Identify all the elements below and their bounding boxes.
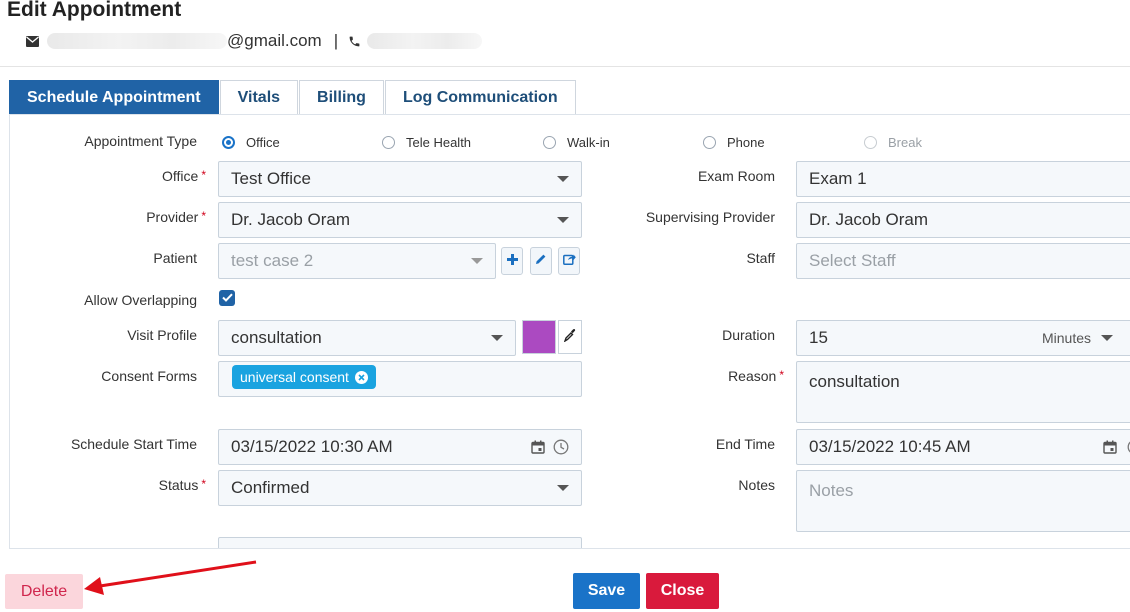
duration-unit-select[interactable]: Minutes xyxy=(1042,330,1113,346)
tab-log-communication[interactable]: Log Communication xyxy=(384,80,576,115)
supervising-provider-label: Supervising Provider xyxy=(645,209,775,225)
supervising-provider-select[interactable]: Dr. Jacob Oram xyxy=(796,202,1130,238)
tab-vitals[interactable]: Vitals xyxy=(219,80,299,115)
radio-break: Break xyxy=(864,135,922,150)
consent-forms-label: Consent Forms xyxy=(101,368,197,384)
email-redacted xyxy=(47,33,227,49)
calendar-icon[interactable] xyxy=(531,440,545,454)
check-icon xyxy=(221,289,233,307)
end-time-input[interactable]: 03/15/2022 10:45 AM xyxy=(796,429,1130,465)
schedule-start-time-label: Schedule Start Time xyxy=(70,436,197,452)
radio-office[interactable]: Office xyxy=(222,135,280,150)
clock-icon[interactable] xyxy=(553,439,569,455)
allow-overlapping-label: Allow Overlapping xyxy=(84,292,197,308)
staff-select[interactable]: Select Staff xyxy=(796,243,1130,279)
status-select[interactable]: Confirmed xyxy=(218,470,582,506)
patient-label: Patient xyxy=(153,250,197,266)
contact-info: @gmail.com | xyxy=(26,31,483,51)
email-suffix: @gmail.com xyxy=(227,31,322,50)
radio-phone[interactable]: Phone xyxy=(703,135,765,150)
radio-tele-health[interactable]: Tele Health xyxy=(382,135,471,150)
consent-chip-universal-consent: universal consent xyxy=(232,365,376,389)
duration-label: Duration xyxy=(722,327,775,343)
chevron-down-icon xyxy=(557,176,569,182)
exam-room-select[interactable]: Exam 1 xyxy=(796,161,1130,197)
calendar-icon[interactable] xyxy=(1103,440,1117,454)
open-patient-button[interactable] xyxy=(558,247,580,275)
close-circle-icon[interactable] xyxy=(354,370,368,384)
provider-select[interactable]: Dr. Jacob Oram xyxy=(218,202,582,238)
edit-patient-button[interactable] xyxy=(530,247,552,275)
chevron-down-icon xyxy=(557,485,569,491)
chevron-down-icon xyxy=(1101,335,1113,341)
next-row-field-partial[interactable] xyxy=(218,537,582,548)
envelope-icon xyxy=(26,35,39,47)
provider-label: Provider * xyxy=(146,209,206,225)
phone-icon xyxy=(348,35,361,48)
tab-bar: Schedule Appointment Vitals Billing Log … xyxy=(9,80,577,115)
pencil-icon xyxy=(535,252,547,270)
office-label: Office * xyxy=(162,168,206,184)
phone-redacted xyxy=(367,33,483,49)
tab-billing[interactable]: Billing xyxy=(299,80,384,115)
schedule-form-panel: Appointment Type Office Tele Health Walk… xyxy=(9,114,1130,549)
close-button[interactable]: Close xyxy=(646,573,719,609)
chevron-down-icon xyxy=(557,217,569,223)
appointment-type-label: Appointment Type xyxy=(84,133,197,149)
schedule-start-time-input[interactable]: 03/15/2022 10:30 AM xyxy=(218,429,582,465)
color-picker-button[interactable] xyxy=(558,320,582,354)
header-divider xyxy=(0,66,1130,67)
duration-input[interactable]: 15 Minutes xyxy=(796,320,1130,356)
patient-select[interactable]: test case 2 xyxy=(218,243,496,279)
radio-break-indicator xyxy=(864,136,877,149)
delete-button[interactable]: Delete xyxy=(5,574,83,609)
tab-schedule-appointment[interactable]: Schedule Appointment xyxy=(9,80,219,115)
end-time-label: End Time xyxy=(715,436,775,452)
save-button[interactable]: Save xyxy=(573,573,640,609)
reason-textarea[interactable]: consultation xyxy=(796,361,1130,423)
chevron-down-icon xyxy=(491,335,503,341)
radio-walk-in-indicator[interactable] xyxy=(543,136,556,149)
page-title: Edit Appointment xyxy=(7,0,182,21)
radio-walk-in[interactable]: Walk-in xyxy=(543,135,610,150)
radio-tele-health-indicator[interactable] xyxy=(382,136,395,149)
eyedropper-icon xyxy=(563,328,576,347)
office-select[interactable]: Test Office xyxy=(218,161,582,197)
contact-separator: | xyxy=(333,31,339,50)
plus-icon xyxy=(506,252,518,270)
visit-profile-select[interactable]: consultation xyxy=(218,320,516,356)
reason-label: Reason * xyxy=(728,368,784,384)
visit-profile-label: Visit Profile xyxy=(127,327,197,343)
radio-office-indicator[interactable] xyxy=(222,136,235,149)
status-label: Status * xyxy=(158,477,206,493)
exam-room-label: Exam Room xyxy=(697,168,775,184)
add-patient-button[interactable] xyxy=(501,247,523,275)
radio-phone-indicator[interactable] xyxy=(703,136,716,149)
staff-label: Staff xyxy=(746,250,775,266)
allow-overlapping-checkbox[interactable] xyxy=(219,290,235,306)
notes-textarea[interactable]: Notes xyxy=(796,470,1130,532)
share-icon xyxy=(562,252,576,270)
visit-profile-color-swatch[interactable] xyxy=(522,320,556,354)
notes-label: Notes xyxy=(738,477,775,493)
chevron-down-icon xyxy=(471,258,483,264)
